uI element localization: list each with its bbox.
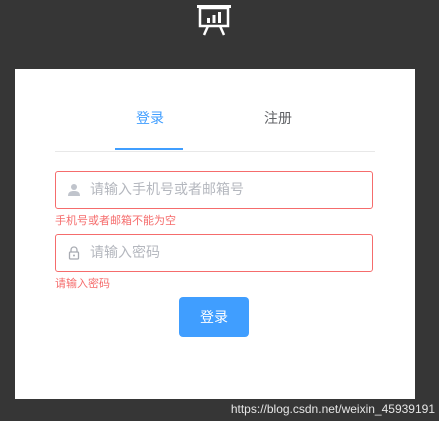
tab-register[interactable]: 注册 — [264, 109, 292, 129]
password-input[interactable] — [90, 235, 360, 271]
login-button[interactable]: 登录 — [179, 297, 249, 337]
watermark: https://blog.csdn.net/weixin_45939191 — [230, 402, 435, 416]
lock-icon — [68, 246, 80, 260]
user-icon — [68, 184, 80, 196]
login-card: 登录 注册 手机号或者邮箱不能为空 请输入密码 登录 — [15, 69, 415, 399]
presentation-chart-icon — [197, 5, 231, 36]
account-error: 手机号或者邮箱不能为空 — [55, 214, 176, 227]
tab-login[interactable]: 登录 — [136, 109, 164, 129]
account-input[interactable] — [90, 172, 360, 208]
password-error: 请输入密码 — [55, 277, 110, 290]
active-tab-indicator — [115, 148, 183, 150]
account-field — [55, 171, 373, 209]
auth-tabs: 登录 注册 — [55, 69, 375, 152]
password-field — [55, 234, 373, 272]
